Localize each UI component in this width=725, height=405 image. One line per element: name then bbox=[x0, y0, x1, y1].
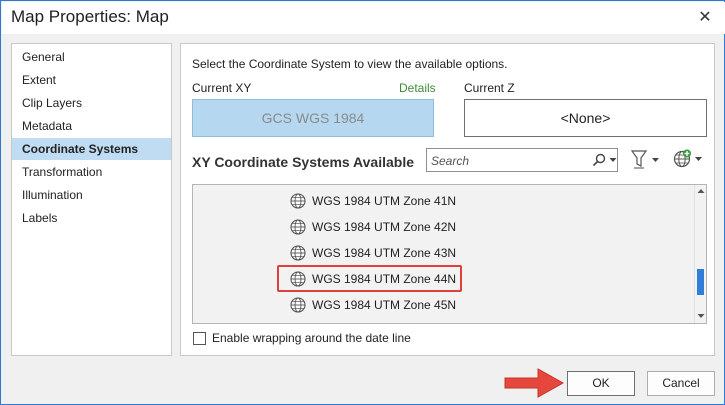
list-item-label: WGS 1984 UTM Zone 41N bbox=[312, 194, 457, 208]
globe-icon bbox=[290, 297, 306, 313]
wrap-dateline-checkbox[interactable] bbox=[193, 332, 206, 345]
cancel-button[interactable]: Cancel bbox=[647, 371, 715, 396]
sidebar: General Extent Clip Layers Metadata Coor… bbox=[11, 43, 172, 356]
globe-icon bbox=[290, 219, 306, 235]
sidebar-item-clip-layers[interactable]: Clip Layers bbox=[12, 92, 171, 114]
coordinate-systems-list[interactable]: WGS 1984 UTM Zone 41N WGS 1984 UTM Zone … bbox=[192, 184, 707, 324]
sidebar-item-general[interactable]: General bbox=[12, 46, 171, 68]
sidebar-item-coordinate-systems[interactable]: Coordinate Systems bbox=[12, 138, 171, 160]
scrollbar-thumb[interactable] bbox=[697, 269, 704, 295]
add-coordinate-system-icon[interactable] bbox=[671, 148, 703, 170]
sidebar-item-extent[interactable]: Extent bbox=[12, 69, 171, 91]
scroll-up-icon[interactable] bbox=[697, 187, 705, 195]
close-icon[interactable]: ✕ bbox=[695, 8, 715, 28]
wrap-dateline-label[interactable]: Enable wrapping around the date line bbox=[212, 331, 411, 345]
sidebar-item-transformation[interactable]: Transformation bbox=[12, 161, 171, 183]
filter-icon[interactable] bbox=[630, 149, 660, 171]
current-z-label: Current Z bbox=[464, 81, 515, 95]
current-z-value[interactable]: <None> bbox=[464, 99, 707, 137]
red-arrow-icon bbox=[504, 368, 565, 398]
list-item-label: WGS 1984 UTM Zone 44N bbox=[312, 272, 457, 286]
title-bar: Map Properties: Map ✕ bbox=[2, 2, 725, 34]
scroll-down-icon[interactable] bbox=[697, 312, 705, 320]
coordinate-systems-panel: Select the Coordinate System to view the… bbox=[180, 43, 715, 356]
scrollbar[interactable] bbox=[694, 185, 706, 323]
instruction-text: Select the Coordinate System to view the… bbox=[192, 57, 508, 71]
list-item-label: WGS 1984 UTM Zone 43N bbox=[312, 246, 457, 260]
available-systems-heading: XY Coordinate Systems Available bbox=[192, 154, 415, 170]
chevron-down-icon[interactable] bbox=[609, 156, 617, 164]
current-xy-label: Current XY bbox=[192, 81, 252, 95]
globe-icon bbox=[290, 271, 306, 287]
sidebar-item-labels[interactable]: Labels bbox=[12, 207, 171, 229]
list-item-label: WGS 1984 UTM Zone 45N bbox=[312, 298, 457, 312]
ok-button[interactable]: OK bbox=[567, 371, 635, 396]
sidebar-item-metadata[interactable]: Metadata bbox=[12, 115, 171, 137]
globe-icon bbox=[290, 245, 306, 261]
current-xy-value[interactable]: GCS WGS 1984 bbox=[192, 99, 434, 137]
search-input[interactable] bbox=[431, 152, 581, 169]
details-link[interactable]: Details bbox=[399, 81, 436, 95]
list-item-label: WGS 1984 UTM Zone 42N bbox=[312, 220, 457, 234]
dialog-title: Map Properties: Map bbox=[11, 7, 169, 26]
globe-icon bbox=[290, 193, 306, 209]
sidebar-item-illumination[interactable]: Illumination bbox=[12, 184, 171, 206]
search-icon[interactable] bbox=[591, 152, 607, 168]
dialog-window: Map Properties: Map ✕ General Extent Cli… bbox=[0, 0, 725, 405]
search-box bbox=[426, 148, 618, 172]
